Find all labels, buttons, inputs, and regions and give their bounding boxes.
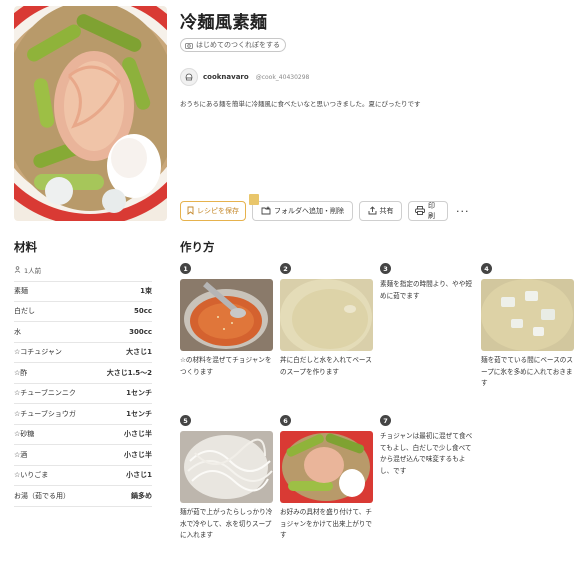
ingredient-name: ☆コチュジャン: [14, 348, 62, 357]
recipe-actions: レシピを保存 フォルダへ追加・削除 共有 印刷 ···: [180, 194, 470, 221]
ingredient-row: 素麺 1束: [14, 281, 152, 302]
step-number: 1: [180, 263, 191, 274]
step-photo[interactable]: [180, 431, 273, 503]
author-name[interactable]: cooknavaro: [203, 73, 249, 81]
step-text: 麺が茹で上がったらしっかり冷水で冷やして、水を切りスープに入れます: [180, 508, 273, 539]
save-recipe-label: レシピを保存: [197, 207, 239, 215]
servings-label: 1人前: [24, 267, 42, 275]
recipe-title: 冷麺風素麺: [180, 13, 268, 33]
servings: 1人前: [14, 265, 41, 275]
step-3: 3 素麺を指定の時間より、やや短めに茹でます: [380, 263, 473, 300]
ingredient-name: ☆酢: [14, 368, 28, 377]
ingredient-row: ☆酒 小さじ半: [14, 445, 152, 466]
recipe-description: おうちにある麺を簡単に冷麺風に食べたいなと思いつきました。夏にぴったりです: [180, 100, 421, 108]
avatar[interactable]: [180, 68, 198, 86]
ingredient-row: お湯（茹でる用） 鍋多め: [14, 486, 152, 507]
camera-icon: [185, 42, 193, 49]
first-report-button[interactable]: はじめてのつくれぽをする: [180, 38, 286, 52]
ingredients-heading: 材料: [14, 240, 37, 254]
more-options-icon[interactable]: ···: [456, 205, 470, 218]
step-text: チョジャンは最初に混ぜて食べてもよし、白だしで少し食べてから混ぜ込んで味変するも…: [380, 432, 473, 475]
ingredient-name: ☆いりごま: [14, 471, 49, 480]
step-number: 2: [280, 263, 291, 274]
ingredient-amount: 300cc: [129, 327, 152, 336]
save-recipe-button[interactable]: レシピを保存: [180, 201, 246, 221]
ingredient-amount: 小さじ半: [124, 450, 152, 459]
ingredient-name: ☆砂糖: [14, 430, 35, 439]
folder-label: フォルダへ追加・削除: [274, 207, 344, 215]
ingredient-row: ☆チューブショウガ 1センチ: [14, 404, 152, 425]
ingredient-amount: 大さじ1: [126, 348, 152, 357]
step-6: 6 お好みの具材を盛り付けて、チョジャンをかけて出来上がりです: [280, 415, 373, 539]
ingredient-name: 白だし: [14, 307, 35, 316]
ingredient-amount: 小さじ1: [126, 471, 152, 480]
ingredient-amount: 小さじ半: [124, 430, 152, 439]
step-photo[interactable]: [180, 279, 273, 351]
step-number: 3: [380, 263, 391, 274]
share-button[interactable]: 共有: [359, 201, 402, 221]
new-badge: [249, 194, 259, 205]
ingredient-row: ☆酢 大さじ1.5〜2: [14, 363, 152, 384]
step-photo[interactable]: [481, 279, 574, 351]
person-icon: [14, 265, 21, 275]
step-1: 1 ☆の材料を混ぜてチョジャンをつくります: [180, 263, 273, 376]
recipe-hero-image: [14, 6, 167, 221]
ingredient-name: ☆酒: [14, 450, 28, 459]
folder-button[interactable]: フォルダへ追加・削除: [249, 194, 353, 221]
step-number: 7: [380, 415, 391, 426]
author-id: @cook_40430298: [255, 73, 310, 81]
step-5: 5 麺が茹で上がったらしっかり冷水で冷やして、水を切りスープに入れます: [180, 415, 273, 539]
step-text: お好みの具材を盛り付けて、チョジャンをかけて出来上がりです: [280, 508, 372, 539]
ingredient-name: ☆チューブニンニク: [14, 389, 76, 398]
ingredient-row: ☆砂糖 小さじ半: [14, 425, 152, 445]
ingredient-amount: 1束: [140, 287, 152, 296]
step-2: 2 丼に白だしと水を入れてベースのスープを作ります: [280, 263, 373, 376]
ingredient-row: ☆コチュジャン 大さじ1: [14, 343, 152, 363]
ingredient-amount: 大さじ1.5〜2: [106, 368, 152, 377]
ingredient-row: 白だし 50cc: [14, 302, 152, 322]
step-text: ☆の材料を混ぜてチョジャンをつくります: [180, 356, 272, 376]
step-photo[interactable]: [280, 431, 373, 503]
step-number: 6: [280, 415, 291, 426]
print-button[interactable]: 印刷: [408, 201, 448, 221]
ingredient-row: ☆いりごま 小さじ1: [14, 466, 152, 486]
author-info[interactable]: cooknavaro @cook_40430298: [180, 68, 309, 86]
first-report-label: はじめてのつくれぽをする: [196, 41, 280, 49]
step-text: 麺を茹でている間にベースのスープに氷を多めに入れておきます: [481, 356, 573, 387]
step-4: 4 麺を茹でている間にベースのスープに氷を多めに入れておきます: [481, 263, 574, 387]
ingredient-name: ☆チューブショウガ: [14, 409, 76, 418]
ingredient-row: 水 300cc: [14, 322, 152, 343]
step-7: 7 チョジャンは最初に混ぜて食べてもよし、白だしで少し食べてから混ぜ込んで味変す…: [380, 415, 473, 475]
ingredient-amount: 1センチ: [126, 409, 152, 418]
step-text: 丼に白だしと水を入れてベースのスープを作ります: [280, 356, 372, 376]
share-icon: [368, 205, 377, 217]
ingredient-name: 素麺: [14, 287, 28, 296]
steps-heading: 作り方: [180, 240, 215, 254]
print-label: 印刷: [428, 202, 435, 220]
bookmark-icon: [187, 206, 194, 217]
ingredient-name: 水: [14, 327, 21, 336]
share-label: 共有: [379, 207, 394, 215]
ingredient-amount: 50cc: [133, 307, 152, 316]
step-number: 4: [481, 263, 492, 274]
step-photo[interactable]: [280, 279, 373, 351]
ingredient-list: 素麺 1束 白だし 50cc 水 300cc ☆コチュジャン 大さじ1 ☆酢 大さじ1.5…: [14, 281, 152, 507]
ingredient-row: ☆チューブニンニク 1センチ: [14, 384, 152, 404]
folder-icon: [261, 206, 271, 217]
step-text: 素麺を指定の時間より、やや短めに茹でます: [380, 280, 472, 300]
ingredient-amount: 鍋多め: [131, 491, 152, 500]
ingredient-amount: 1センチ: [126, 389, 152, 398]
step-number: 5: [180, 415, 191, 426]
ingredient-name: お湯（茹でる用）: [14, 491, 70, 500]
printer-icon: [415, 205, 425, 217]
